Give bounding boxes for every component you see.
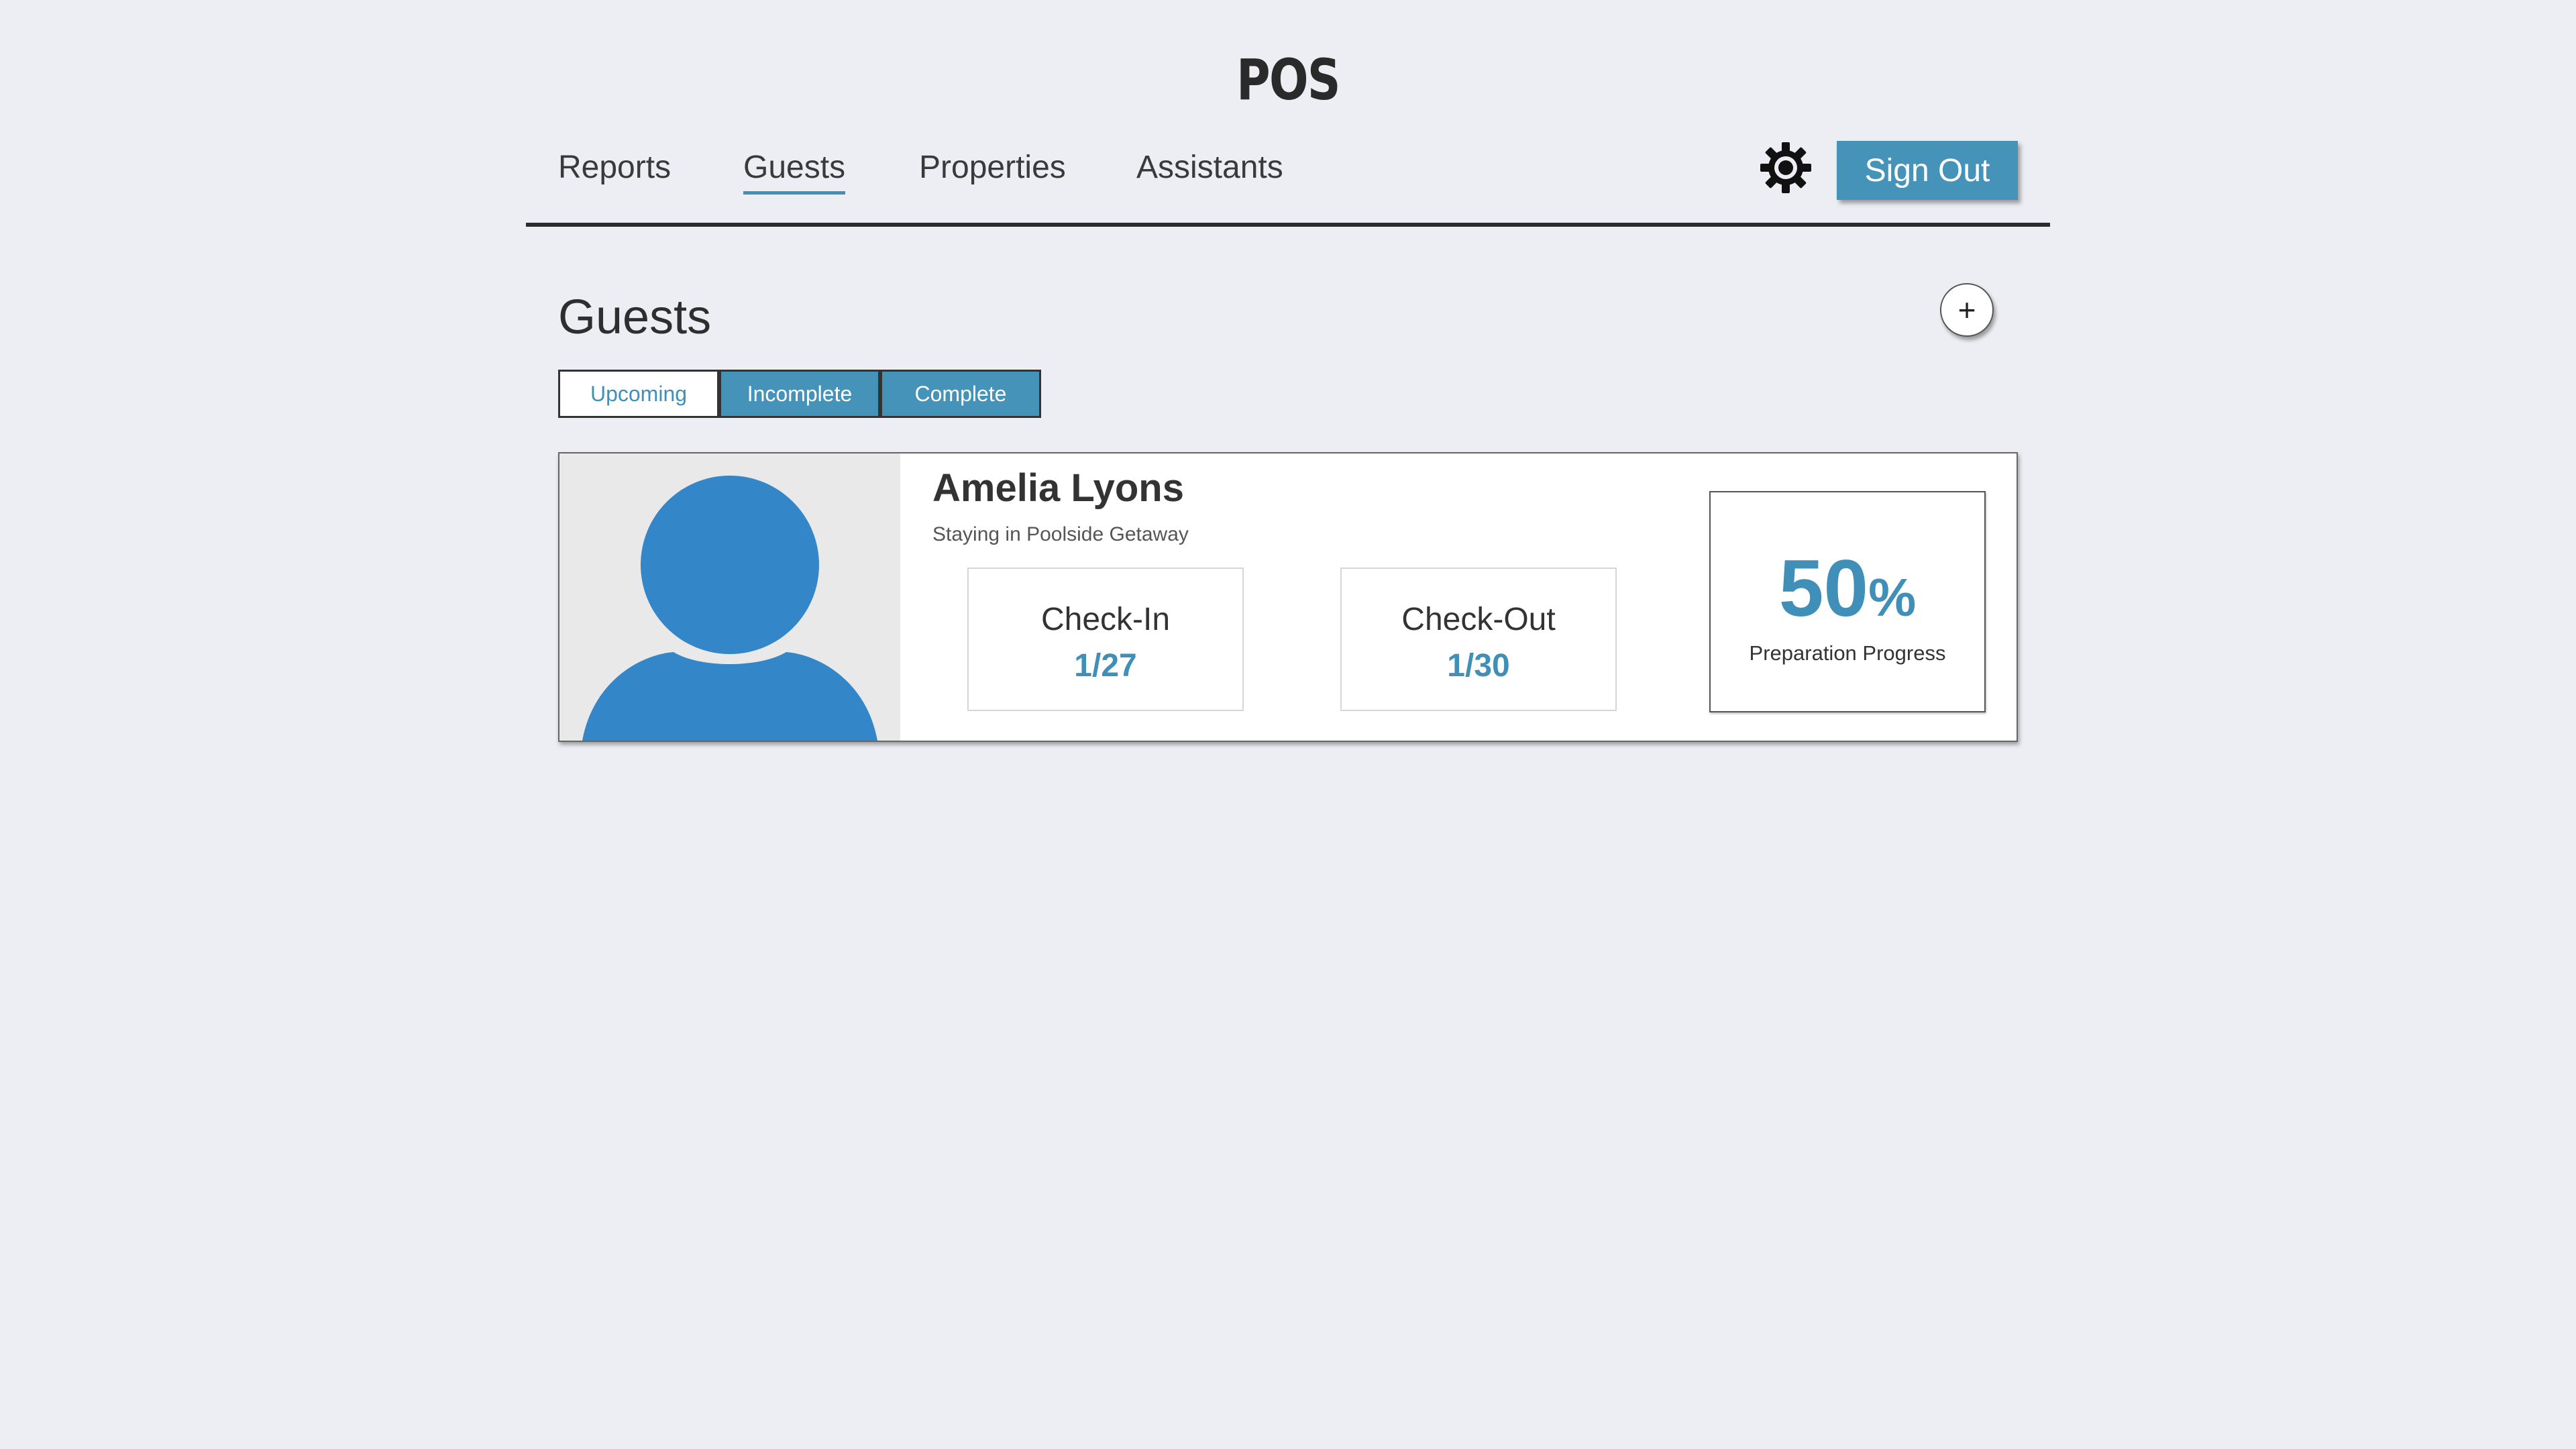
progress-value: 50% (1711, 542, 1984, 635)
guest-card[interactable]: Amelia Lyons Staying in Poolside Getaway… (558, 452, 2018, 742)
nav-assistants[interactable]: Assistants (1136, 149, 1283, 186)
top-navigation: Reports Guests Properties Assistants Sig… (526, 134, 2050, 227)
nav-guests[interactable]: Guests (743, 149, 846, 195)
guest-filter-tabs: Upcoming Incomplete Complete (558, 370, 1041, 418)
check-in-date: 1/27 (1074, 648, 1137, 684)
gear-icon[interactable] (1759, 141, 1813, 195)
tab-upcoming[interactable]: Upcoming (558, 370, 719, 418)
check-out-box: Check-Out 1/30 (1340, 568, 1617, 711)
check-in-box: Check-In 1/27 (967, 568, 1244, 711)
check-out-date: 1/30 (1447, 648, 1510, 684)
nav-reports[interactable]: Reports (558, 149, 671, 186)
user-icon (582, 476, 877, 741)
add-guest-button[interactable]: + (1940, 283, 1994, 337)
progress-unit: % (1868, 568, 1917, 627)
app-root: POS Reports Guests Properties Assistants… (0, 0, 2576, 1449)
guest-stay-location: Staying in Poolside Getaway (932, 523, 1189, 545)
sign-out-button[interactable]: Sign Out (1837, 141, 2018, 200)
tab-complete[interactable]: Complete (880, 370, 1041, 418)
page-title: Guests (558, 290, 712, 344)
preparation-progress-box: 50% Preparation Progress (1709, 491, 1986, 712)
progress-label: Preparation Progress (1749, 641, 1946, 665)
check-out-label: Check-Out (1401, 602, 1556, 637)
tab-incomplete[interactable]: Incomplete (719, 370, 880, 418)
guest-name: Amelia Lyons (932, 466, 1184, 510)
nav-properties[interactable]: Properties (919, 149, 1066, 186)
progress-number: 50 (1778, 543, 1869, 633)
avatar (559, 453, 900, 741)
check-in-label: Check-In (1040, 602, 1171, 637)
app-title: POS (1236, 47, 1340, 113)
